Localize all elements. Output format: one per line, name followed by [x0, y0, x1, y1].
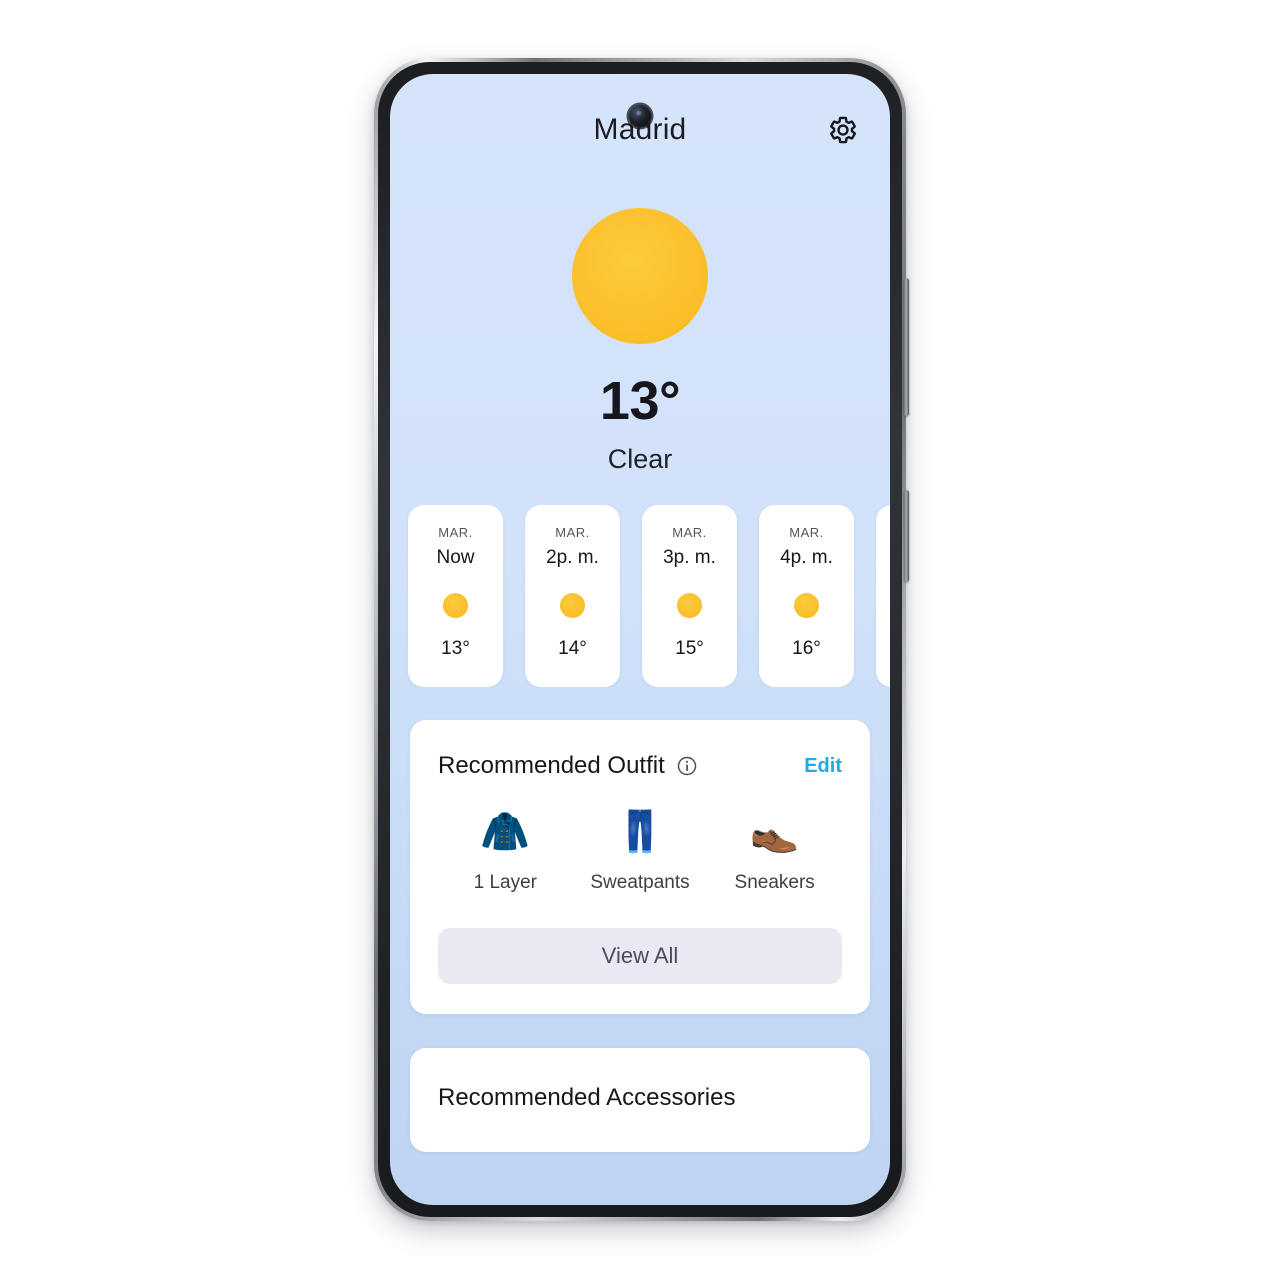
current-temperature: 13° — [599, 371, 681, 431]
hourly-temperature: 16° — [792, 638, 821, 659]
phone-bezel: Madrid 13° Clear MAR. Now 13° MAR. 2p. m… — [378, 62, 902, 1217]
hourly-temperature: 13° — [441, 638, 470, 659]
hourly-temperature: 15° — [675, 638, 704, 659]
info-icon[interactable] — [676, 755, 698, 777]
power-button[interactable] — [904, 490, 909, 582]
accessories-title: Recommended Accessories — [438, 1084, 736, 1111]
hourly-card[interactable]: MAR. 2p. m. 14° — [525, 505, 620, 687]
current-condition-label: Clear — [607, 444, 673, 474]
jacket-icon: 🧥 — [480, 809, 531, 855]
outfit-card-header: Recommended Outfit Edit — [438, 752, 842, 780]
outfit-item-label: 1 Layer — [473, 872, 538, 893]
hourly-temperature: 14° — [558, 638, 587, 659]
volume-button[interactable] — [904, 278, 909, 416]
sweatpants-icon: 👖 — [615, 809, 665, 855]
hourly-month: MAR. — [555, 525, 590, 540]
hourly-time: 2p. m. — [546, 547, 599, 568]
hourly-time: Now — [436, 547, 475, 568]
outfit-item-label: Sneakers — [734, 872, 815, 893]
hourly-month: MAR. — [789, 525, 824, 540]
hourly-card[interactable]: MAR. 3p. m. 15° — [642, 505, 737, 687]
hourly-month: MAR. — [672, 525, 707, 540]
hourly-time: 3p. m. — [663, 547, 716, 568]
sun-icon — [794, 593, 819, 618]
hourly-time: 4p. m. — [780, 547, 833, 568]
outfit-title-group: Recommended Outfit — [438, 752, 698, 780]
outfit-title: Recommended Outfit — [438, 752, 665, 779]
app-header: Madrid — [390, 74, 890, 186]
edit-outfit-link[interactable]: Edit — [804, 755, 842, 778]
hourly-forecast-strip[interactable]: MAR. Now 13° MAR. 2p. m. 14° MAR. 3p. m.… — [390, 505, 890, 687]
phone-screen: Madrid 13° Clear MAR. Now 13° MAR. 2p. m… — [390, 74, 890, 1205]
hourly-month: MAR. — [438, 525, 473, 540]
screenshot-root: Madrid 13° Clear MAR. Now 13° MAR. 2p. m… — [0, 0, 1280, 1280]
outfit-item[interactable]: 🧥 1 Layer — [438, 812, 573, 894]
outfit-item[interactable]: 👖 Sweatpants — [573, 812, 708, 894]
recommended-outfit-card: Recommended Outfit Edit 🧥 1 Layer 👖 Swea… — [410, 720, 870, 1014]
gear-icon — [830, 116, 856, 144]
hourly-card[interactable]: M 5p — [876, 505, 890, 687]
phone-device-frame: Madrid 13° Clear MAR. Now 13° MAR. 2p. m… — [374, 58, 909, 1221]
outfit-items-row: 🧥 1 Layer 👖 Sweatpants 👞 Sneakers — [438, 812, 842, 894]
view-all-button[interactable]: View All — [438, 928, 842, 984]
outfit-item-label: Sweatpants — [590, 872, 690, 893]
current-conditions: 13° Clear — [390, 186, 890, 475]
recommended-accessories-card: Recommended Accessories — [410, 1048, 870, 1152]
sun-icon — [572, 208, 708, 344]
outfit-item[interactable]: 👞 Sneakers — [707, 812, 842, 894]
sun-icon — [443, 593, 468, 618]
info-icon-glyph — [677, 756, 697, 776]
hourly-card[interactable]: MAR. Now 13° — [408, 505, 503, 687]
hourly-card[interactable]: MAR. 4p. m. 16° — [759, 505, 854, 687]
sun-icon — [677, 593, 702, 618]
settings-button[interactable] — [826, 113, 860, 147]
front-camera-icon — [628, 104, 652, 128]
sun-icon — [560, 593, 585, 618]
sneakers-icon: 👞 — [749, 809, 800, 855]
weather-app: Madrid 13° Clear MAR. Now 13° MAR. 2p. m… — [390, 74, 890, 1205]
